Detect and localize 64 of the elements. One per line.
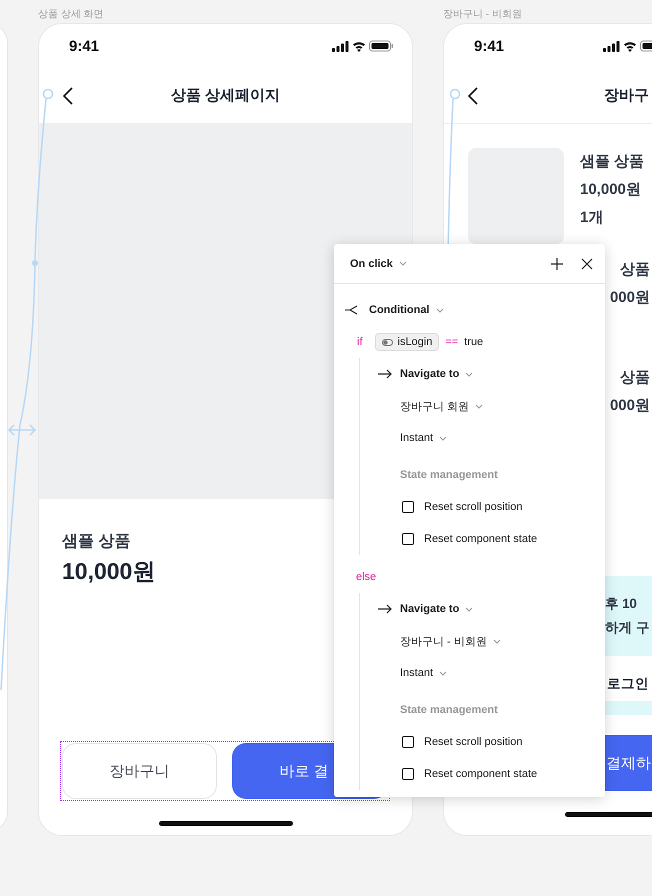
product-price: 10,000원 <box>62 557 156 586</box>
checkbox[interactable] <box>402 768 414 780</box>
checkbox-label: Reset scroll position <box>424 736 522 748</box>
status-time: 9:41 <box>474 38 504 54</box>
back-icon[interactable] <box>468 86 478 104</box>
transition-dropdown[interactable]: Instant <box>400 667 448 679</box>
arrow-right-icon <box>377 369 393 379</box>
trigger-dropdown[interactable]: On click <box>350 258 407 270</box>
destination-dropdown[interactable]: 장바구니 - 비회원 <box>400 634 501 648</box>
close-icon[interactable] <box>581 258 593 270</box>
variable-chip[interactable]: isLogin <box>374 333 440 351</box>
condition-value: true <box>464 336 484 348</box>
screen-title: 장바구 <box>604 86 649 105</box>
action-dropdown[interactable]: Navigate to <box>400 603 474 615</box>
checkbox-label: Reset component state <box>424 768 538 780</box>
signal-icon <box>603 41 620 52</box>
checkbox[interactable] <box>402 533 414 545</box>
chevron-down-icon <box>465 372 474 376</box>
back-icon[interactable] <box>63 86 73 104</box>
chevron-down-icon <box>439 670 448 676</box>
chevron-down-icon <box>492 638 501 644</box>
chevron-down-icon <box>398 261 407 266</box>
screen-title: 상품 상세페이지 <box>170 86 282 105</box>
login-link[interactable]: 로그인 <box>607 672 649 696</box>
wifi-icon <box>624 42 636 52</box>
plus-icon[interactable] <box>551 258 563 270</box>
checkbox-label: Reset scroll position <box>424 501 522 513</box>
section-title: State management <box>400 704 498 716</box>
if-keyword: if <box>357 336 362 348</box>
checkbox[interactable] <box>402 501 414 513</box>
banner-text: 하게 구 <box>605 619 651 637</box>
item-price: 000원 <box>610 396 650 416</box>
checkbox-label: Reset component state <box>424 533 538 545</box>
checkbox[interactable] <box>402 736 414 748</box>
item-name: 상품 <box>620 368 650 388</box>
chevron-down-icon <box>475 404 484 408</box>
product-name: 샘플 상품 <box>62 532 130 552</box>
cart-button[interactable]: 장바구니 <box>62 743 218 799</box>
frame-label: 상품 상세 화면 <box>38 8 104 21</box>
battery-icon <box>640 40 652 52</box>
chevron-down-icon <box>436 308 444 312</box>
item-price: 10,000원 <box>580 180 642 200</box>
toggle-icon <box>382 338 392 346</box>
transition-dropdown[interactable]: Instant <box>400 432 448 444</box>
frame-label: 장바구니 - 비회원 <box>443 8 522 21</box>
battery-icon <box>369 40 393 52</box>
item-quantity: 1개 <box>580 208 604 228</box>
item-name: 샘플 상품 <box>580 152 646 172</box>
arrow-right-icon <box>377 604 393 614</box>
banner-text: 후 10 <box>605 595 638 613</box>
signal-icon <box>332 41 348 52</box>
chevron-down-icon <box>439 436 448 440</box>
status-time: 9:41 <box>69 38 100 54</box>
section-title: State management <box>400 469 498 481</box>
item-price: 000원 <box>610 288 650 308</box>
destination-dropdown[interactable]: 장바구니 회원 <box>400 398 484 414</box>
chevron-down-icon <box>465 606 474 612</box>
operator: == <box>445 336 458 348</box>
item-name: 상품 <box>620 260 650 280</box>
action-dropdown[interactable]: Navigate to <box>400 368 474 380</box>
branch-icon <box>345 305 359 315</box>
else-keyword: else <box>356 571 376 583</box>
wifi-icon <box>353 42 365 52</box>
action-dropdown[interactable]: Conditional <box>369 304 444 316</box>
